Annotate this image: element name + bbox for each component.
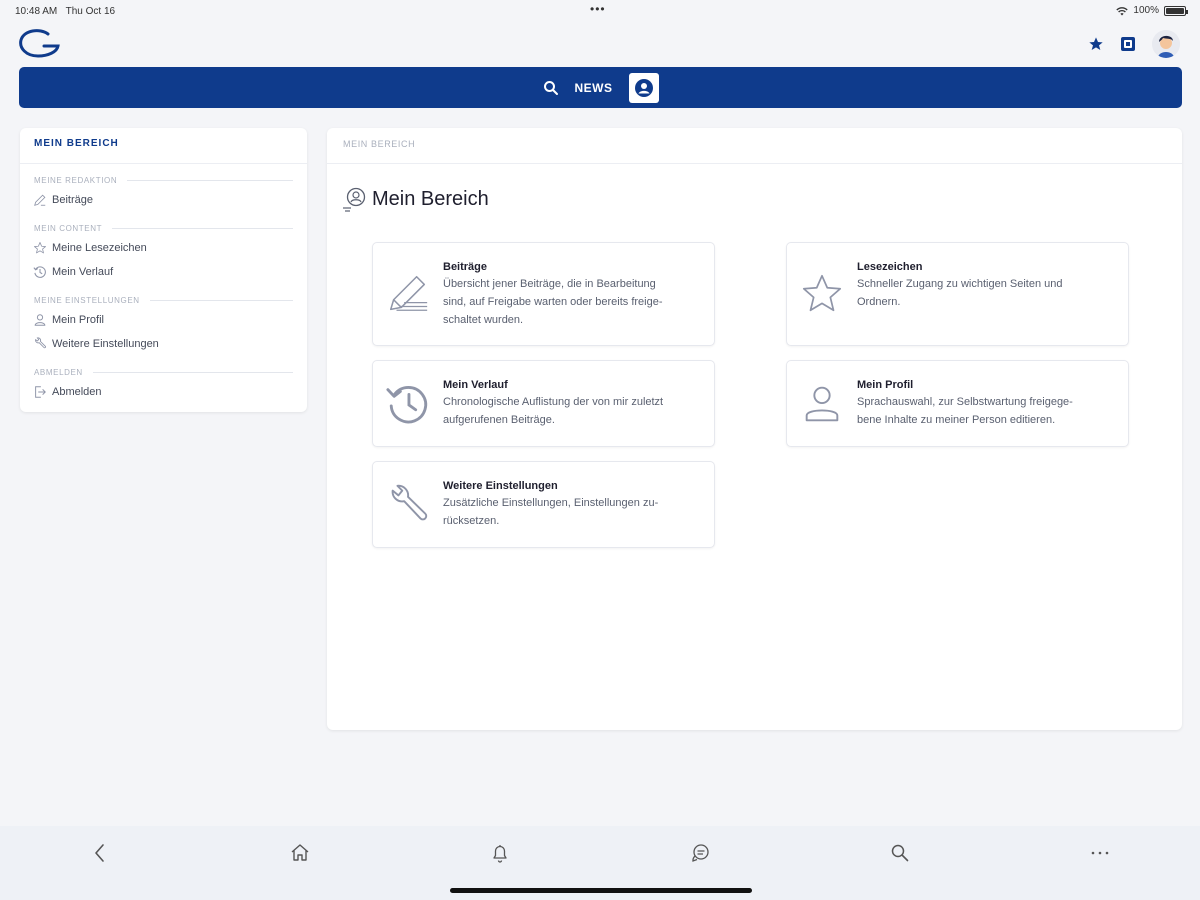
sidebar-item-label: Mein Profil	[52, 314, 104, 326]
battery-percent: 100%	[1133, 5, 1159, 16]
card-description: Übersicht jener Beiträge, die in Bearbei…	[443, 278, 663, 326]
app-logo[interactable]	[18, 28, 62, 60]
card-beitraege[interactable]: Beiträge Übersicht jener Beiträge, die i…	[372, 242, 715, 346]
bell-icon[interactable]	[489, 842, 511, 864]
user-circle-icon	[343, 187, 366, 212]
breadcrumb: MEIN BEREICH	[327, 128, 1182, 164]
sidebar-section: MEINE REDAKTION	[20, 172, 307, 188]
card-title: Mein Verlauf	[443, 379, 508, 391]
sidebar-item-beitraege[interactable]: Beiträge	[20, 188, 307, 212]
chat-icon[interactable]	[689, 842, 711, 864]
card-title: Beiträge	[443, 261, 488, 273]
sidebar-item-label: Meine Lesezeichen	[52, 242, 147, 254]
card-description: Schneller Zugang zu wichtigen Seiten und…	[857, 278, 1063, 308]
main-navbar: NEWS	[19, 67, 1182, 108]
sidebar-section: ABMELDEN	[20, 364, 307, 380]
card-verlauf[interactable]: Mein Verlauf Chronologische Auflistung d…	[372, 360, 715, 447]
wifi-icon	[1116, 6, 1129, 15]
card-description: Zusätzliche Einstellungen, Einstellungen…	[443, 497, 659, 527]
sidebar-item-lesezeichen[interactable]: Meine Lesezeichen	[20, 236, 307, 260]
star-icon[interactable]	[1088, 36, 1104, 52]
user-icon	[805, 386, 839, 421]
card-title: Weitere Einstellungen	[443, 480, 558, 492]
status-right: 100%	[1116, 5, 1188, 16]
card-description: Sprachauswahl, zur Selbstwartung freigeg…	[857, 396, 1073, 426]
outlook-icon[interactable]	[1120, 36, 1136, 52]
sidebar-item-einstellungen[interactable]: Weitere Einstellungen	[20, 332, 307, 356]
pencil-icon	[389, 275, 428, 311]
avatar[interactable]	[1152, 30, 1180, 58]
card-description: Chronologische Auflistung der von mir zu…	[443, 396, 664, 426]
sidebar-item-verlauf[interactable]: Mein Verlauf	[20, 260, 307, 284]
history-icon	[33, 266, 46, 278]
sidebar: MEIN BEREICH MEINE REDAKTION Beiträge ME…	[20, 128, 307, 412]
card-title: Mein Profil	[857, 379, 914, 391]
pencil-icon	[34, 194, 46, 206]
logout-icon	[35, 386, 46, 398]
sidebar-item-abmelden[interactable]: Abmelden	[20, 380, 307, 404]
card-lesezeichen[interactable]: Lesezeichen Schneller Zugang zu wichtige…	[786, 242, 1129, 346]
search-icon[interactable]	[543, 80, 559, 96]
nav-news-link[interactable]: NEWS	[575, 81, 613, 95]
sidebar-item-profil[interactable]: Mein Profil	[20, 308, 307, 332]
card-profil[interactable]: Mein Profil Sprachauswahl, zur Selbstwar…	[786, 360, 1129, 447]
page-title: Mein Bereich	[341, 186, 489, 212]
back-icon[interactable]	[89, 842, 111, 864]
home-icon[interactable]	[289, 842, 311, 864]
sidebar-item-label: Weitere Einstellungen	[52, 338, 159, 350]
sidebar-section: MEINE EINSTELLUNGEN	[20, 292, 307, 308]
sidebar-item-label: Mein Verlauf	[52, 266, 114, 278]
user-circle-icon	[634, 78, 653, 97]
main-panel: MEIN BEREICH Mein Bereich Beiträge Übers…	[327, 128, 1182, 730]
status-time: 10:48 AM Thu Oct 16	[15, 6, 116, 17]
home-indicator[interactable]	[450, 888, 752, 893]
search-icon[interactable]	[889, 842, 911, 864]
star-icon	[802, 274, 842, 312]
history-icon	[386, 385, 428, 423]
my-area-button[interactable]	[628, 72, 659, 103]
card-weitere-einstellungen[interactable]: Weitere Einstellungen Zusätzliche Einste…	[372, 461, 715, 548]
header-actions	[1088, 30, 1180, 58]
wrench-icon	[391, 484, 428, 520]
wrench-icon	[35, 337, 46, 349]
sidebar-item-label: Abmelden	[52, 386, 102, 398]
battery-icon	[1164, 5, 1188, 16]
status-bar: 10:48 AM Thu Oct 16 ••• 100%	[0, 0, 1200, 22]
star-icon	[34, 242, 46, 254]
more-icon[interactable]	[1089, 842, 1111, 864]
sidebar-section: MEIN CONTENT	[20, 220, 307, 236]
multitask-dots[interactable]: •••	[590, 2, 606, 16]
user-icon	[34, 314, 46, 326]
card-title: Lesezeichen	[857, 261, 923, 273]
sidebar-item-label: Beiträge	[52, 194, 93, 206]
sidebar-title: MEIN BEREICH	[20, 128, 307, 164]
